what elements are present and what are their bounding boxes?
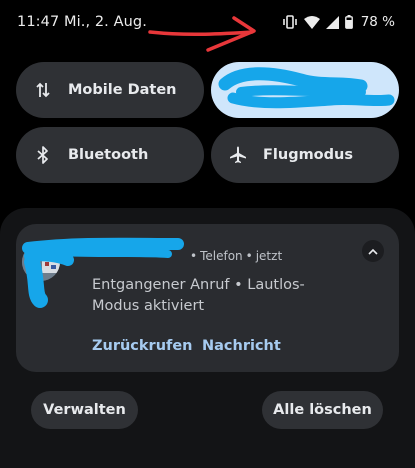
- call-back-button[interactable]: Zurückrufen: [92, 338, 193, 354]
- tile-airplane-mode-label: Flugmodus: [263, 147, 353, 163]
- meta-separator: •: [190, 249, 198, 263]
- redaction-scribble: [218, 67, 395, 109]
- airplane-icon: [228, 145, 248, 165]
- notification-app-name: Telefon: [200, 249, 243, 263]
- mobile-data-arrows-icon: [33, 80, 53, 100]
- tile-airplane-mode[interactable]: Flugmodus: [211, 127, 399, 183]
- cell-signal-icon: [325, 15, 339, 29]
- status-icons: 78 %: [282, 14, 395, 30]
- wifi-icon: [303, 15, 320, 29]
- bluetooth-icon: [33, 145, 53, 165]
- notification-time: jetzt: [255, 249, 283, 263]
- tile-bluetooth[interactable]: Bluetooth: [16, 127, 204, 183]
- message-button[interactable]: Nachricht: [202, 338, 281, 354]
- notification-collapse-button[interactable]: [362, 240, 384, 262]
- tile-bluetooth-label: Bluetooth: [68, 147, 149, 163]
- notification-meta: • Telefon • jetzt: [187, 249, 282, 263]
- meta-separator-2: •: [245, 249, 253, 263]
- notification-text: Entgangener Anruf • Lautlos-Modus aktivi…: [92, 277, 305, 314]
- tile-mobile-data[interactable]: Mobile Daten: [16, 62, 204, 118]
- clear-all-button[interactable]: Alle löschen: [262, 391, 383, 429]
- manage-button[interactable]: Verwalten: [31, 391, 138, 429]
- chevron-up-icon: [368, 248, 378, 255]
- vibrate-icon: [282, 15, 297, 29]
- red-arrow-annotation: [148, 16, 256, 52]
- status-bar: 11:47 Mi., 2. Aug. 78 %: [0, 0, 415, 52]
- battery-icon: [344, 15, 353, 29]
- status-time-date: 11:47 Mi., 2. Aug.: [17, 14, 147, 30]
- battery-percent: 78 %: [360, 14, 395, 30]
- tile-mobile-data-label: Mobile Daten: [68, 82, 177, 98]
- tile-wifi[interactable]: [211, 62, 399, 118]
